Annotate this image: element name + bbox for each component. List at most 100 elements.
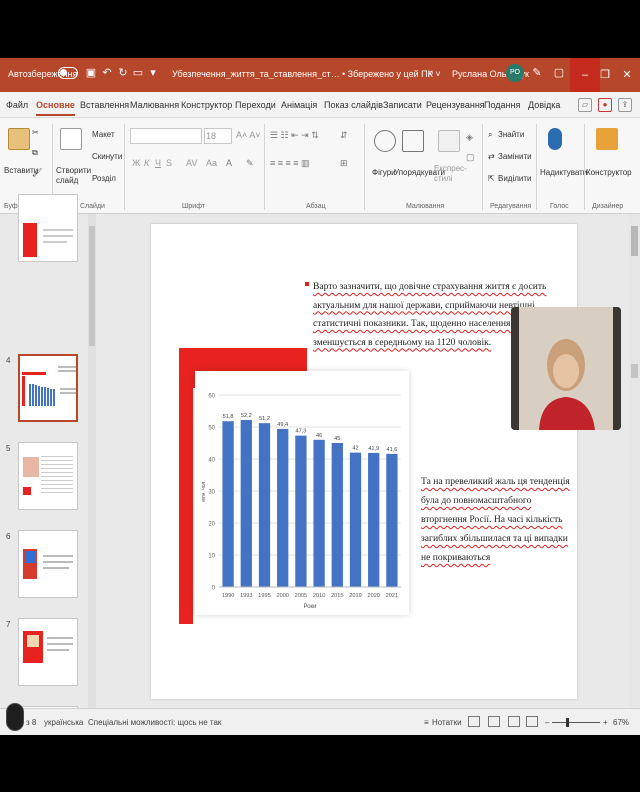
- tab-slideshow[interactable]: Показ слайдів: [324, 100, 383, 110]
- slideshow-icon[interactable]: [526, 716, 538, 727]
- accessibility-status[interactable]: Спеціальні можливості: щось не так: [88, 718, 221, 727]
- select-button[interactable]: Виділити: [498, 174, 532, 183]
- font-name-select[interactable]: [130, 128, 202, 144]
- slide-sorter-icon[interactable]: [488, 716, 500, 727]
- tab-file[interactable]: Файл: [6, 100, 28, 110]
- tab-insert[interactable]: Вставлення: [80, 100, 129, 110]
- replace-icon[interactable]: ⇄: [488, 152, 495, 161]
- replace-button[interactable]: Замінити: [498, 152, 532, 161]
- dictate-button[interactable]: Надиктувати: [540, 168, 587, 177]
- editor-scroll-thumb[interactable]: [631, 226, 638, 256]
- text-line: Варто зазначити, що довічне страхування …: [313, 281, 547, 292]
- section-button[interactable]: Розділ: [92, 174, 116, 183]
- pen-icon[interactable]: ✎: [530, 66, 544, 80]
- close-button[interactable]: ✕: [612, 58, 640, 92]
- save-icon[interactable]: ▣: [84, 66, 98, 80]
- italic-button[interactable]: К: [144, 158, 149, 168]
- zoom-slider[interactable]: [552, 722, 600, 723]
- shape-fill-icon[interactable]: ◈: [466, 132, 473, 143]
- bullet-paragraph[interactable]: Варто зазначити, що довічне страхування …: [313, 278, 547, 352]
- avatar[interactable]: РО: [506, 64, 524, 82]
- microphone-icon[interactable]: [548, 128, 562, 150]
- select-icon[interactable]: ⇱: [488, 174, 495, 183]
- comments-icon[interactable]: ▱: [578, 98, 592, 112]
- right-paragraph[interactable]: Та на превеликий жаль ця тенденція була …: [421, 472, 571, 567]
- notes-icon[interactable]: ≡: [424, 718, 429, 727]
- slide-canvas[interactable]: Варто зазначити, що довічне страхування …: [151, 224, 577, 699]
- slide-counter: з 8: [26, 718, 37, 727]
- language-indicator[interactable]: українська: [44, 718, 83, 727]
- zoom-out-icon[interactable]: –: [545, 718, 549, 727]
- underline-button[interactable]: Ч: [155, 158, 161, 168]
- editor-scrollbar[interactable]: [629, 214, 640, 708]
- shapes-icon[interactable]: [374, 130, 396, 152]
- font-color-icon[interactable]: A: [226, 158, 232, 168]
- share-icon[interactable]: ⇪: [618, 98, 632, 112]
- slide-thumbnail-7[interactable]: [18, 618, 78, 686]
- reading-view-icon[interactable]: [508, 716, 520, 727]
- bullets-icon[interactable]: ☰ ☷ ⇤ ⇥ ⇅: [270, 130, 319, 141]
- pen-tool-button[interactable]: [6, 703, 24, 731]
- tab-help[interactable]: Довідка: [528, 100, 560, 110]
- change-case-button[interactable]: Aa: [206, 158, 217, 168]
- chart-container[interactable]: 0 10 20 30 40 50 60 51,8 1990 52,2 1993 51,2 1995 49,…: [195, 371, 409, 615]
- editing-group-label: Редагування: [490, 203, 532, 210]
- tab-animations[interactable]: Анімація: [281, 100, 317, 110]
- tab-draw[interactable]: Малювання: [130, 100, 179, 110]
- tab-transitions[interactable]: Переходи: [235, 100, 276, 110]
- slide-thumbnail-3[interactable]: [18, 194, 78, 262]
- slide-thumbnail-6[interactable]: [18, 530, 78, 598]
- document-title[interactable]: Убезпечення_життя_та_ставлення_студента_…: [172, 69, 342, 79]
- slide-thumbnail-5[interactable]: [18, 442, 78, 510]
- convert-smartart-icon[interactable]: ⊞: [340, 158, 348, 169]
- find-button[interactable]: Знайти: [498, 130, 524, 139]
- paste-icon[interactable]: [8, 128, 30, 150]
- find-icon[interactable]: ⌕: [488, 130, 492, 140]
- webcam-video[interactable]: [511, 307, 621, 430]
- align-icon[interactable]: ≡ ≡ ≡ ≡ ▥: [270, 158, 310, 169]
- new-slide-button[interactable]: Створити слайд: [56, 166, 91, 186]
- layout-button[interactable]: Макет: [92, 130, 115, 139]
- tab-design[interactable]: Конструктор: [181, 100, 232, 110]
- strikethrough-button[interactable]: S: [166, 158, 172, 168]
- new-slide-icon[interactable]: [60, 128, 82, 150]
- notes-button[interactable]: Нотатки: [432, 718, 462, 727]
- shape-outline-icon[interactable]: ▢: [466, 152, 475, 163]
- tab-record[interactable]: Записати: [383, 100, 422, 110]
- tab-view[interactable]: Подання: [484, 100, 520, 110]
- redo-icon[interactable]: ↻: [116, 66, 130, 80]
- slide-thumbnail-4[interactable]: [18, 354, 78, 422]
- zoom-level[interactable]: 67%: [613, 718, 629, 727]
- copy-icon[interactable]: ⧉: [32, 148, 38, 158]
- shapes-button[interactable]: Фігури: [372, 168, 396, 177]
- designer-icon[interactable]: [596, 128, 618, 150]
- arrange-icon[interactable]: [402, 130, 424, 152]
- text-direction-icon[interactable]: ⇵: [340, 130, 348, 141]
- thumbnails-scroll-thumb[interactable]: [89, 226, 95, 346]
- zoom-in-icon[interactable]: +: [603, 718, 608, 727]
- tab-home[interactable]: Основне: [36, 100, 75, 116]
- quick-access-chevron-icon[interactable]: ▾: [146, 66, 160, 80]
- grow-font-icon[interactable]: A˄ A˅: [236, 130, 261, 140]
- record-icon[interactable]: ●: [598, 98, 612, 112]
- zoom-slider-thumb[interactable]: [566, 718, 569, 727]
- undo-icon[interactable]: ↶: [100, 66, 114, 80]
- cut-icon[interactable]: ✂: [32, 128, 39, 137]
- search-icon[interactable]: ⌕: [424, 66, 438, 80]
- tab-review[interactable]: Рецензування: [426, 100, 485, 110]
- reset-button[interactable]: Скинути: [92, 152, 122, 161]
- highlight-icon[interactable]: ✎: [246, 158, 254, 169]
- char-spacing-button[interactable]: AV: [186, 158, 197, 168]
- designer-button[interactable]: Конструктор: [586, 168, 632, 177]
- present-icon[interactable]: ▭: [131, 66, 145, 80]
- quick-styles-icon[interactable]: [438, 130, 460, 152]
- bar-value-label: 46: [316, 433, 322, 439]
- autosave-toggle[interactable]: [58, 67, 78, 79]
- editor-scroll-thumb[interactable]: [631, 364, 638, 378]
- format-painter-icon[interactable]: 🖌: [32, 168, 42, 177]
- y-tick-label: 50: [208, 426, 215, 432]
- ribbon-display-icon[interactable]: ▢: [552, 66, 566, 80]
- quick-styles-button[interactable]: Експрес-стилі: [434, 164, 467, 184]
- text-line: актуальним для нашої держави, сприймаючи…: [313, 299, 535, 311]
- normal-view-icon[interactable]: [468, 716, 480, 727]
